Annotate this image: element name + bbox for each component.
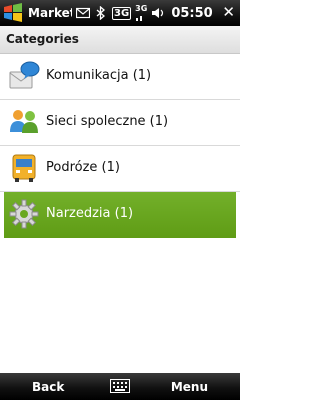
clock[interactable]: 05:50 bbox=[171, 6, 212, 21]
message-bubble-icon bbox=[9, 61, 40, 89]
bus-icon bbox=[12, 154, 36, 182]
signal-strength-icon[interactable]: 3G bbox=[135, 5, 147, 21]
list-item-podroze[interactable]: Podróze (1) bbox=[0, 146, 240, 192]
signal-bars-icon bbox=[136, 16, 143, 21]
list-item-label: Sieci spoleczne (1) bbox=[46, 114, 169, 129]
list-item-sieci-spoleczne[interactable]: Sieci spoleczne (1) bbox=[0, 100, 240, 146]
signal-label: 3G bbox=[135, 4, 148, 13]
app-title: Market bbox=[28, 6, 72, 20]
keyboard-icon[interactable] bbox=[110, 379, 130, 393]
network-type-icon[interactable]: 3G bbox=[112, 6, 132, 20]
category-list: Komunikacja (1) Sieci spoleczne (1) Podr… bbox=[0, 54, 240, 373]
volume-icon[interactable] bbox=[151, 7, 165, 19]
menu-button[interactable]: Menu bbox=[171, 380, 208, 394]
list-item-narzedzia[interactable]: Narzedzia (1) bbox=[4, 192, 236, 238]
people-icon bbox=[10, 110, 38, 133]
list-item-label: Narzedzia (1) bbox=[46, 206, 134, 221]
page-header: Categories bbox=[0, 26, 240, 54]
list-item-label: Komunikacja (1) bbox=[46, 68, 152, 83]
page-title: Categories bbox=[6, 32, 79, 46]
list-item-komunikacja[interactable]: Komunikacja (1) bbox=[0, 54, 240, 100]
mail-icon[interactable] bbox=[76, 7, 90, 19]
gear-icon bbox=[9, 199, 39, 229]
close-button[interactable]: ✕ bbox=[222, 3, 235, 21]
back-button[interactable]: Back bbox=[32, 380, 64, 394]
softkey-bar: Back Menu bbox=[0, 373, 240, 400]
status-bar: Market 3G 3G 05:50 ✕ bbox=[0, 0, 240, 26]
list-item-label: Podróze (1) bbox=[46, 160, 120, 175]
windows-start-icon[interactable] bbox=[2, 2, 24, 24]
bluetooth-icon[interactable] bbox=[94, 6, 108, 20]
